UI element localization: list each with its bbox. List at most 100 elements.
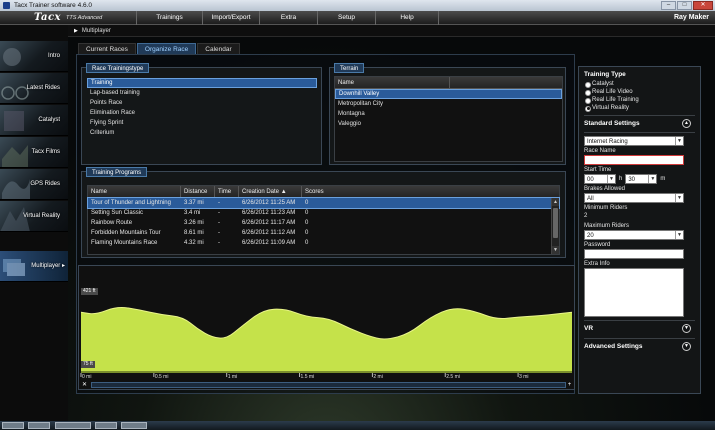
radio-real-life-video[interactable]: Real Life Video: [584, 88, 695, 96]
elevation-max-label: 421 ft: [81, 288, 98, 295]
scroll-down-icon[interactable]: ▼: [552, 246, 559, 254]
cell-date: 6/26/2012 11:09 AM: [242, 240, 296, 246]
list-item[interactable]: Elimination Race: [87, 108, 317, 118]
chart-close-icon[interactable]: ✕: [81, 382, 88, 389]
menu-trainings[interactable]: Trainings: [136, 11, 202, 25]
cell-time: -: [218, 230, 220, 236]
tab-organize-race[interactable]: Organize Race: [136, 43, 197, 54]
sidebar-item-gps-rides[interactable]: GPS Rides: [0, 169, 68, 200]
cell-date: 6/26/2012 11:17 AM: [242, 220, 296, 226]
chart-horizontal-scrollbar[interactable]: [91, 382, 566, 388]
start-time-label: Start Time: [584, 167, 612, 173]
race-trainingstype-title: Race Trainingstype: [86, 63, 150, 73]
menu-help[interactable]: Help: [375, 11, 439, 25]
tab-bar: Current Races Organize Race Calendar: [78, 43, 241, 54]
minimize-button[interactable]: –: [661, 1, 676, 10]
list-item[interactable]: Montagna: [335, 109, 562, 119]
extra-info-textarea[interactable]: [584, 268, 684, 317]
start-hour-select[interactable]: 00 ▼: [584, 174, 616, 184]
list-item[interactable]: Metropolitan City: [335, 99, 562, 109]
training-programs-title: Training Programs: [86, 167, 148, 177]
cell-time: -: [218, 200, 220, 206]
maximize-button[interactable]: □: [677, 1, 692, 10]
table-row[interactable]: Tour of Thunder and Lightning 3.37 mi - …: [87, 197, 560, 209]
taskbar-button[interactable]: [95, 422, 117, 429]
scroll-up-icon[interactable]: ▲: [552, 198, 559, 206]
table-row[interactable]: Setting Sun Classic 3.4 mi - 6/26/2012 1…: [88, 208, 559, 218]
terrain-list[interactable]: Name Downhill Valley Metropolitan City M…: [334, 76, 563, 162]
x-tick-label: 3 mi: [519, 374, 529, 380]
table-row[interactable]: Forbidden Mountains Tour 8.61 mi - 6/26/…: [88, 228, 559, 238]
sidebar-item-label: Multiplayer ▸: [31, 263, 65, 269]
minimum-riders-label: Minimum Riders: [584, 205, 628, 211]
menu-extra[interactable]: Extra: [259, 11, 317, 25]
sidebar-item-tacx-films[interactable]: Tacx Films: [0, 137, 68, 168]
sidebar-item-intro[interactable]: Intro: [0, 41, 68, 72]
table-row[interactable]: Rainbow Route 3.26 mi - 6/26/2012 11:17 …: [88, 218, 559, 228]
app-icon: [3, 2, 10, 9]
expand-chevron-down-icon[interactable]: ▼: [682, 324, 691, 333]
column-header-name[interactable]: Name: [88, 186, 181, 198]
list-item[interactable]: Criterium: [87, 128, 317, 138]
password-input[interactable]: [584, 249, 684, 259]
menu-import-export[interactable]: Import/Export: [202, 11, 259, 25]
radio-catalyst[interactable]: Catalyst: [584, 80, 695, 88]
taskbar-button[interactable]: [121, 422, 147, 429]
column-header-distance[interactable]: Distance: [181, 186, 215, 198]
chart-zoom-icon[interactable]: +: [566, 382, 573, 389]
chevron-down-icon: ▼: [675, 137, 683, 145]
scroll-thumb[interactable]: [553, 208, 558, 238]
menu-setup[interactable]: Setup: [317, 11, 375, 25]
race-type-select[interactable]: Internet Racing ▼: [584, 136, 684, 146]
sidebar-item-virtual-reality[interactable]: Virtual Reality: [0, 201, 68, 232]
sidebar-item-latest-rides[interactable]: Latest Rides: [0, 73, 68, 104]
table-row[interactable]: Flaming Mountains Race 4.32 mi - 6/26/20…: [88, 238, 559, 248]
cell-scores: 0: [305, 230, 309, 236]
radio-virtual-reality[interactable]: Virtual Reality: [584, 104, 695, 112]
x-tick-label: 0.5 mi: [154, 374, 169, 380]
sidebar: Intro Latest Rides Catalyst Tacx Films G…: [0, 25, 68, 430]
taskbar-button[interactable]: [55, 422, 91, 429]
list-item[interactable]: Valeggio: [335, 119, 562, 129]
cell-name: Flaming Mountains Race: [91, 240, 158, 246]
table-scrollbar[interactable]: ▲ ▼: [551, 198, 559, 254]
terrain-panel: Terrain Name Downhill Valley Metropolita…: [329, 63, 566, 165]
taskbar-button[interactable]: [2, 422, 24, 429]
tab-calendar[interactable]: Calendar: [197, 43, 240, 54]
collapse-chevron-up-icon[interactable]: ▲: [682, 119, 691, 128]
cell-scores: 0: [305, 220, 309, 226]
close-button[interactable]: ✕: [693, 1, 713, 10]
race-type-list[interactable]: Training Lap-based training Points Race …: [87, 78, 317, 160]
menu-bar: Tacx TTS Advanced Trainings Import/Expor…: [0, 11, 715, 25]
training-programs-panel: Training Programs Name Distance Time Cre…: [81, 167, 566, 258]
cell-time: -: [218, 240, 220, 246]
vr-heading: VR: [584, 325, 594, 332]
tab-current-races[interactable]: Current Races: [78, 43, 136, 54]
brakes-allowed-select[interactable]: All ▼: [584, 193, 684, 203]
list-item[interactable]: Flying Sprint: [87, 118, 317, 128]
divider: [584, 320, 695, 321]
main-area: Current Races Organize Race Calendar Rac…: [68, 37, 715, 430]
expand-chevron-down-icon[interactable]: ▼: [682, 342, 691, 351]
gps-icon: [2, 179, 30, 199]
column-header-name[interactable]: Name: [335, 77, 450, 89]
elevation-min-label: 75 ft: [81, 361, 95, 368]
taskbar-button[interactable]: [28, 422, 50, 429]
sidebar-item-catalyst[interactable]: Catalyst: [0, 105, 68, 136]
column-header-scores[interactable]: Scores: [302, 186, 552, 198]
race-name-input[interactable]: [584, 155, 684, 165]
sidebar-item-multiplayer[interactable]: Multiplayer ▸: [0, 251, 68, 282]
list-item[interactable]: Training: [87, 78, 317, 88]
list-item[interactable]: Points Race: [87, 98, 317, 108]
list-item[interactable]: Downhill Valley: [335, 89, 562, 99]
minimum-riders-value: 2: [584, 213, 588, 219]
cell-name: Forbidden Mountains Tour: [91, 230, 161, 236]
start-minute-select[interactable]: 30 ▼: [625, 174, 658, 184]
column-header-time[interactable]: Time: [215, 186, 239, 198]
column-header-creation-date[interactable]: Creation Date ▲: [239, 186, 302, 198]
maximum-riders-select[interactable]: 20 ▼: [584, 230, 684, 240]
x-tick-label: 0 mi: [82, 374, 92, 380]
list-item[interactable]: Lap-based training: [87, 88, 317, 98]
cell-name: Tour of Thunder and Lightning: [91, 200, 171, 206]
radio-real-life-training[interactable]: Real Life Training: [584, 96, 695, 104]
